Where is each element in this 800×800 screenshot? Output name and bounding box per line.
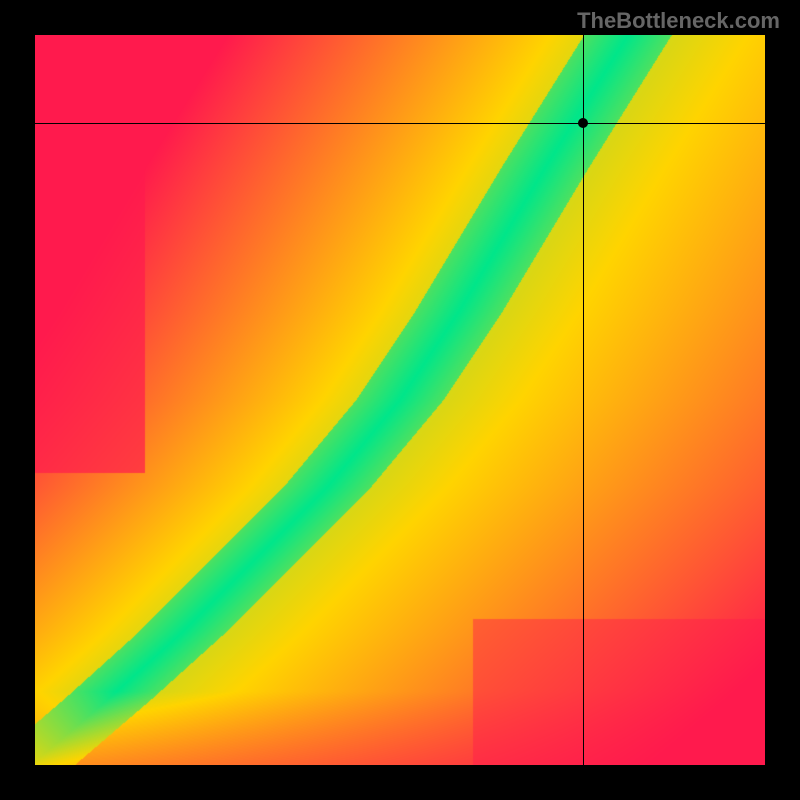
chart-container: TheBottleneck.com	[0, 0, 800, 800]
plot-area	[35, 35, 765, 765]
crosshair-vertical	[583, 35, 584, 765]
heatmap-canvas	[35, 35, 765, 765]
crosshair-horizontal	[35, 123, 765, 124]
watermark-text: TheBottleneck.com	[577, 8, 780, 34]
marker-dot	[578, 118, 588, 128]
